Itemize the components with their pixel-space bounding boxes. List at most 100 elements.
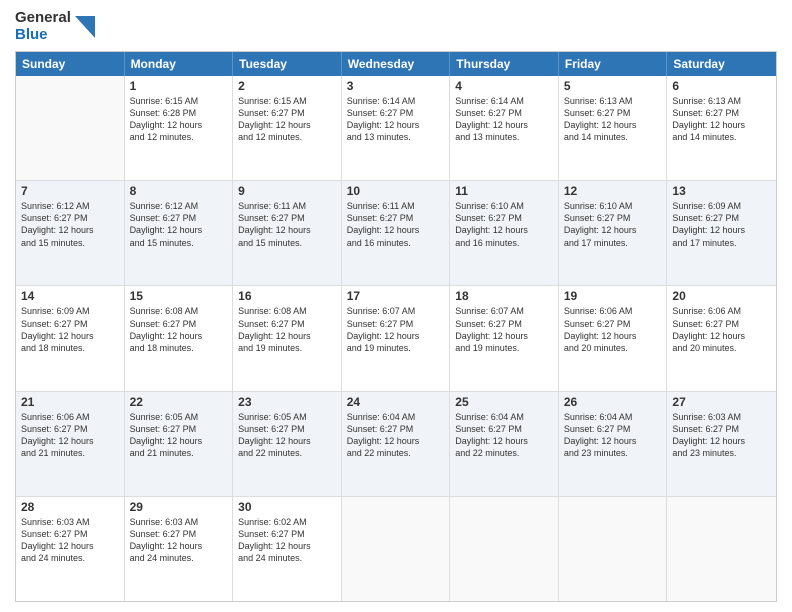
empty-cell [16,76,125,180]
logo-triangle-icon [75,16,95,38]
day-info: Sunrise: 6:10 AMSunset: 6:27 PMDaylight:… [455,200,553,249]
day-cell-16: 16 Sunrise: 6:08 AMSunset: 6:27 PMDayligh… [233,286,342,390]
day-info: Sunrise: 6:08 AMSunset: 6:27 PMDaylight:… [130,305,228,354]
empty-cell [450,497,559,601]
day-cell-5: 5 Sunrise: 6:13 AMSunset: 6:27 PMDaylight… [559,76,668,180]
day-info: Sunrise: 6:02 AMSunset: 6:27 PMDaylight:… [238,516,336,565]
day-number: 27 [672,395,771,409]
day-number: 11 [455,184,553,198]
day-info: Sunrise: 6:08 AMSunset: 6:27 PMDaylight:… [238,305,336,354]
day-cell-3: 3 Sunrise: 6:14 AMSunset: 6:27 PMDaylight… [342,76,451,180]
day-info: Sunrise: 6:12 AMSunset: 6:27 PMDaylight:… [130,200,228,249]
empty-cell [559,497,668,601]
day-number: 6 [672,79,771,93]
day-number: 8 [130,184,228,198]
day-info: Sunrise: 6:09 AMSunset: 6:27 PMDaylight:… [21,305,119,354]
calendar-week-1: 1 Sunrise: 6:15 AMSunset: 6:28 PMDaylight… [16,76,776,181]
day-info: Sunrise: 6:05 AMSunset: 6:27 PMDaylight:… [238,411,336,460]
calendar-header: SundayMondayTuesdayWednesdayThursdayFrid… [16,52,776,76]
day-info: Sunrise: 6:10 AMSunset: 6:27 PMDaylight:… [564,200,662,249]
day-info: Sunrise: 6:06 AMSunset: 6:27 PMDaylight:… [564,305,662,354]
day-number: 16 [238,289,336,303]
day-number: 15 [130,289,228,303]
day-info: Sunrise: 6:03 AMSunset: 6:27 PMDaylight:… [21,516,119,565]
day-cell-27: 27 Sunrise: 6:03 AMSunset: 6:27 PMDayligh… [667,392,776,496]
day-cell-12: 12 Sunrise: 6:10 AMSunset: 6:27 PMDayligh… [559,181,668,285]
day-info: Sunrise: 6:07 AMSunset: 6:27 PMDaylight:… [455,305,553,354]
day-cell-1: 1 Sunrise: 6:15 AMSunset: 6:28 PMDaylight… [125,76,234,180]
day-header-saturday: Saturday [667,52,776,76]
logo-blue: Blue [15,27,71,44]
day-cell-8: 8 Sunrise: 6:12 AMSunset: 6:27 PMDaylight… [125,181,234,285]
day-info: Sunrise: 6:06 AMSunset: 6:27 PMDaylight:… [672,305,771,354]
day-info: Sunrise: 6:03 AMSunset: 6:27 PMDaylight:… [130,516,228,565]
day-cell-14: 14 Sunrise: 6:09 AMSunset: 6:27 PMDayligh… [16,286,125,390]
day-header-wednesday: Wednesday [342,52,451,76]
logo: General Blue [15,10,95,43]
day-info: Sunrise: 6:14 AMSunset: 6:27 PMDaylight:… [347,95,445,144]
day-number: 14 [21,289,119,303]
day-info: Sunrise: 6:11 AMSunset: 6:27 PMDaylight:… [238,200,336,249]
day-cell-23: 23 Sunrise: 6:05 AMSunset: 6:27 PMDayligh… [233,392,342,496]
day-number: 4 [455,79,553,93]
day-number: 22 [130,395,228,409]
day-info: Sunrise: 6:04 AMSunset: 6:27 PMDaylight:… [347,411,445,460]
day-number: 5 [564,79,662,93]
day-number: 29 [130,500,228,514]
day-info: Sunrise: 6:11 AMSunset: 6:27 PMDaylight:… [347,200,445,249]
day-header-friday: Friday [559,52,668,76]
day-cell-4: 4 Sunrise: 6:14 AMSunset: 6:27 PMDaylight… [450,76,559,180]
header: General Blue [15,10,777,43]
day-number: 30 [238,500,336,514]
day-cell-26: 26Sunrise: 6:04 AMSunset: 6:27 PMDayligh… [559,392,668,496]
day-number: 3 [347,79,445,93]
day-number: 23 [238,395,336,409]
day-number: 25 [455,395,553,409]
calendar-body: 1 Sunrise: 6:15 AMSunset: 6:28 PMDaylight… [16,76,776,601]
day-info: Sunrise: 6:04 AMSunset: 6:27 PMDaylight:… [564,411,662,460]
day-cell-22: 22 Sunrise: 6:05 AMSunset: 6:27 PMDayligh… [125,392,234,496]
day-cell-10: 10 Sunrise: 6:11 AMSunset: 6:27 PMDayligh… [342,181,451,285]
day-number: 28 [21,500,119,514]
day-cell-13: 13Sunrise: 6:09 AMSunset: 6:27 PMDayligh… [667,181,776,285]
day-cell-7: 7 Sunrise: 6:12 AMSunset: 6:27 PMDaylight… [16,181,125,285]
day-cell-25: 25Sunrise: 6:04 AMSunset: 6:27 PMDayligh… [450,392,559,496]
day-info: Sunrise: 6:13 AMSunset: 6:27 PMDaylight:… [564,95,662,144]
calendar: SundayMondayTuesdayWednesdayThursdayFrid… [15,51,777,602]
day-cell-9: 9 Sunrise: 6:11 AMSunset: 6:27 PMDaylight… [233,181,342,285]
day-info: Sunrise: 6:06 AMSunset: 6:27 PMDaylight:… [21,411,119,460]
empty-cell [342,497,451,601]
day-info: Sunrise: 6:12 AMSunset: 6:27 PMDaylight:… [21,200,119,249]
day-header-monday: Monday [125,52,234,76]
day-cell-30: 30 Sunrise: 6:02 AMSunset: 6:27 PMDayligh… [233,497,342,601]
calendar-week-5: 28 Sunrise: 6:03 AMSunset: 6:27 PMDayligh… [16,497,776,601]
day-number: 12 [564,184,662,198]
day-number: 20 [672,289,771,303]
day-info: Sunrise: 6:05 AMSunset: 6:27 PMDaylight:… [130,411,228,460]
empty-cell [667,497,776,601]
day-info: Sunrise: 6:03 AMSunset: 6:27 PMDaylight:… [672,411,771,460]
day-info: Sunrise: 6:15 AMSunset: 6:28 PMDaylight:… [130,95,228,144]
day-cell-28: 28 Sunrise: 6:03 AMSunset: 6:27 PMDayligh… [16,497,125,601]
day-number: 9 [238,184,336,198]
day-cell-18: 18 Sunrise: 6:07 AMSunset: 6:27 PMDayligh… [450,286,559,390]
day-number: 18 [455,289,553,303]
day-info: Sunrise: 6:07 AMSunset: 6:27 PMDaylight:… [347,305,445,354]
day-cell-11: 11 Sunrise: 6:10 AMSunset: 6:27 PMDayligh… [450,181,559,285]
day-cell-17: 17Sunrise: 6:07 AMSunset: 6:27 PMDayligh… [342,286,451,390]
day-number: 1 [130,79,228,93]
day-info: Sunrise: 6:14 AMSunset: 6:27 PMDaylight:… [455,95,553,144]
day-cell-6: 6Sunrise: 6:13 AMSunset: 6:27 PMDaylight… [667,76,776,180]
day-header-tuesday: Tuesday [233,52,342,76]
day-number: 24 [347,395,445,409]
day-number: 7 [21,184,119,198]
day-number: 10 [347,184,445,198]
day-info: Sunrise: 6:09 AMSunset: 6:27 PMDaylight:… [672,200,771,249]
page-container: General Blue SundayMondayTuesdayWednesda… [0,0,792,612]
day-number: 21 [21,395,119,409]
calendar-week-2: 7 Sunrise: 6:12 AMSunset: 6:27 PMDaylight… [16,181,776,286]
day-number: 19 [564,289,662,303]
day-header-sunday: Sunday [16,52,125,76]
day-cell-24: 24 Sunrise: 6:04 AMSunset: 6:27 PMDayligh… [342,392,451,496]
day-cell-15: 15 Sunrise: 6:08 AMSunset: 6:27 PMDayligh… [125,286,234,390]
